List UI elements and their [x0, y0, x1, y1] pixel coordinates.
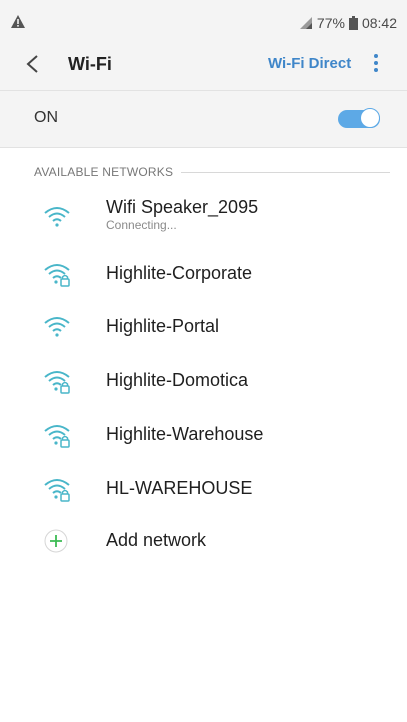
back-arrow-icon[interactable] [24, 54, 42, 74]
network-name: Wifi Speaker_2095 [106, 197, 259, 217]
wifi-lock-icon [44, 425, 70, 448]
wifi-lock-icon [44, 479, 70, 502]
section-title: AVAILABLE NETWORKS [34, 165, 174, 179]
toggle-label: ON [34, 109, 58, 126]
add-network-label: Add network [106, 530, 207, 550]
network-item[interactable]: Highlite-Corporate [0, 247, 407, 301]
wifi-lock-icon [44, 371, 70, 394]
add-network-button[interactable]: Add network [0, 522, 407, 562]
wifi-icon [44, 317, 70, 337]
section-divider [181, 171, 390, 173]
network-item[interactable]: Highlite-Warehouse [0, 408, 407, 462]
network-name: Highlite-Domotica [106, 370, 249, 390]
wifi-lock-icon [44, 264, 70, 287]
warning-icon [11, 15, 25, 28]
network-status: Connecting... [106, 218, 177, 232]
wifi-toggle-row[interactable]: ON [0, 90, 407, 148]
wifi-switch[interactable] [338, 108, 380, 130]
network-item[interactable]: HL-WAREHOUSE [0, 462, 407, 516]
switch-thumb [360, 108, 380, 128]
add-icon [44, 529, 68, 553]
network-item[interactable]: Highlite-Domotica [0, 354, 407, 408]
battery-percent: 77% [316, 15, 345, 31]
network-item[interactable]: Highlite-Portal [0, 300, 407, 354]
network-name: Highlite-Corporate [106, 263, 253, 283]
more-options-icon[interactable] [372, 52, 380, 74]
page-title: Wi-Fi [68, 54, 112, 74]
status-indicators: 77% 08:42 [299, 15, 397, 31]
wifi-direct-button[interactable]: Wi-Fi Direct [268, 55, 351, 72]
network-name: HL-WAREHOUSE [106, 478, 253, 498]
battery-icon [348, 16, 358, 30]
app-bar: Wi-Fi Wi-Fi Direct [0, 38, 407, 90]
clock: 08:42 [361, 15, 397, 31]
network-name: Highlite-Warehouse [106, 424, 264, 444]
network-item[interactable]: Wifi Speaker_2095 Connecting... [0, 190, 407, 244]
wifi-icon [44, 207, 70, 227]
signal-icon [299, 17, 312, 29]
available-networks-header: AVAILABLE NETWORKS [34, 165, 390, 179]
network-name: Highlite-Portal [106, 316, 220, 336]
